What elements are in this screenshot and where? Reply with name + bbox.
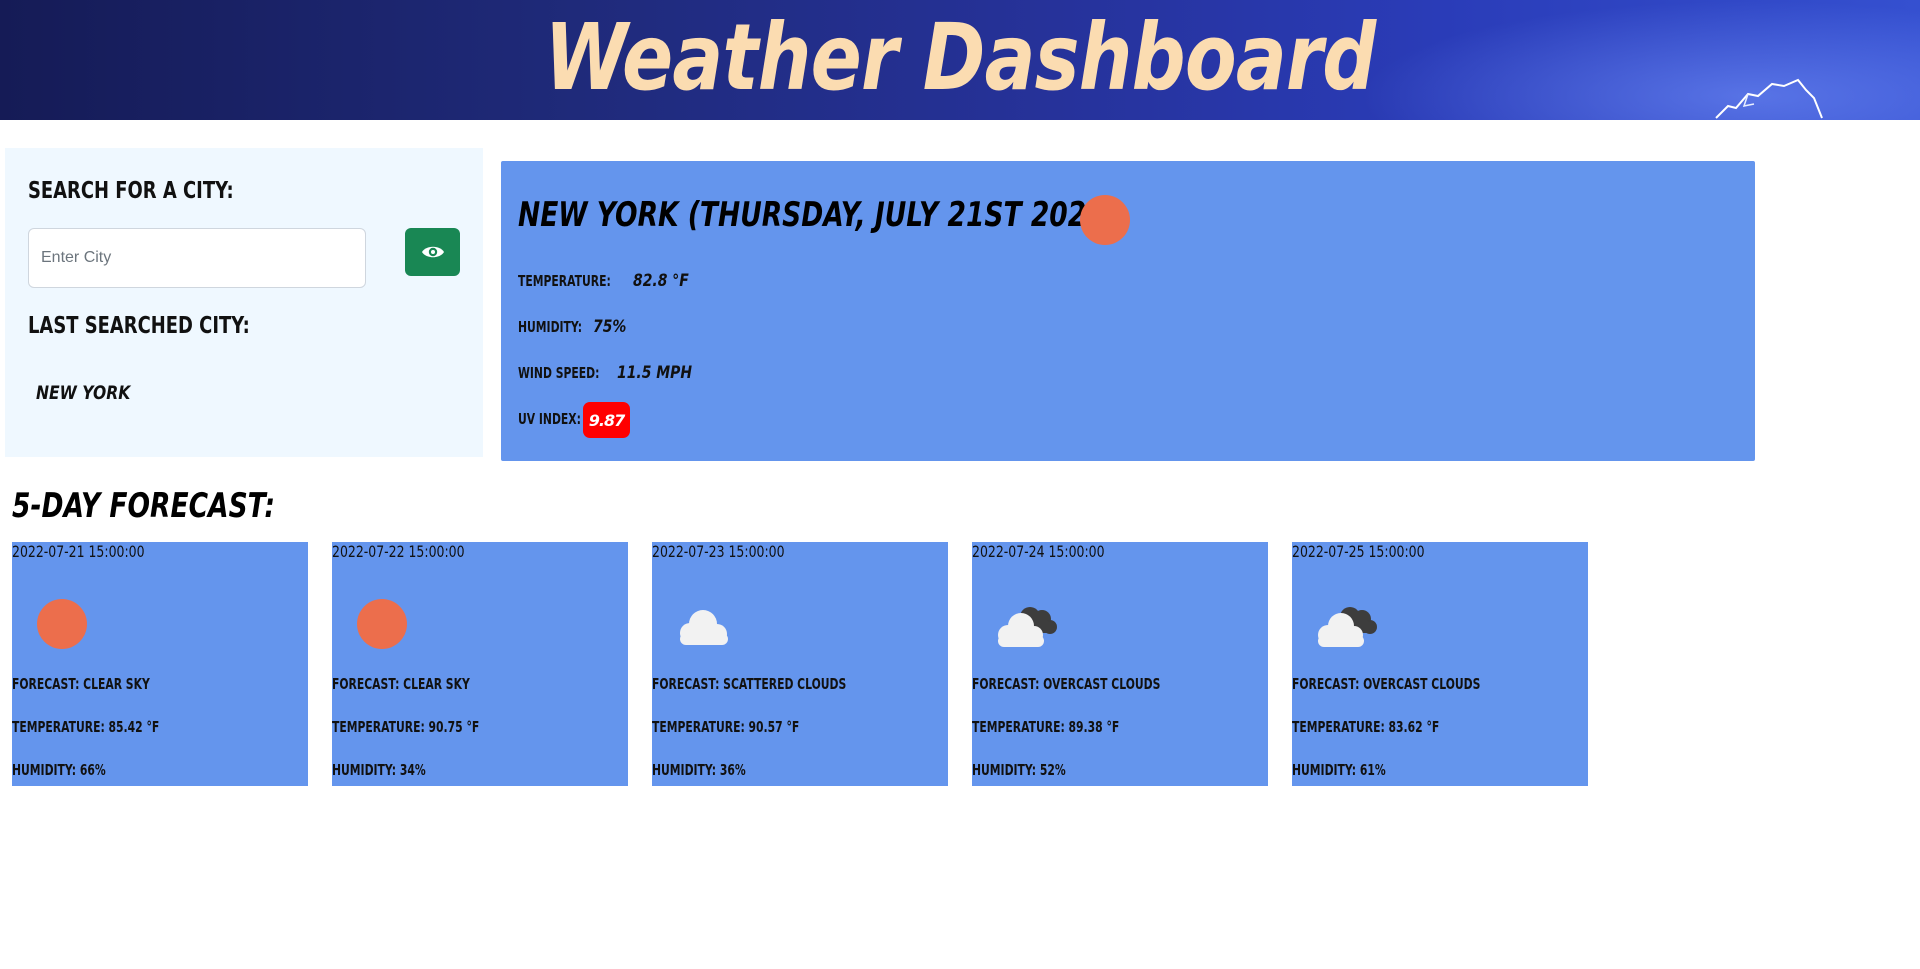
forecast-cards: 2022-07-21 15:00:00 Forecast: Clear sky … [12, 542, 1612, 786]
humidity-label: Humidity: [518, 318, 583, 336]
forecast-date: 2022-07-22 15:00:00 [332, 542, 465, 561]
forecast-temperature: Temperature: 89.38 °F [972, 718, 1120, 736]
forecast-description: Forecast: scattered clouds [652, 675, 847, 693]
forecast-temperature: Temperature: 90.75 °F [332, 718, 480, 736]
forecast-humidity: Humidity: 66% [12, 761, 106, 779]
forecast-card: 2022-07-22 15:00:00 Forecast: Clear sky … [332, 542, 628, 786]
forecast-temperature: Temperature: 83.62 °F [1292, 718, 1440, 736]
uv-index-badge: 9.87 [583, 402, 630, 438]
humidity-value: 75% [593, 317, 627, 337]
temperature-label: Temperature: [518, 272, 611, 290]
forecast-temperature: Temperature: 90.57 °F [652, 718, 800, 736]
wind-speed-value: 11.5 MPH [617, 363, 693, 383]
wind-speed-label: Wind Speed: [518, 364, 600, 382]
search-panel: Search for a City: Last Searched City: N… [5, 148, 483, 457]
current-weather-card: New York (Thursday, July 21st 2022) Temp… [501, 161, 1755, 461]
current-temperature: Temperature: 82.8 °F [518, 271, 701, 291]
forecast-card: 2022-07-23 15:00:00 Forecast: scattered … [652, 542, 948, 786]
forecast-date: 2022-07-21 15:00:00 [12, 542, 145, 561]
temperature-value: 82.8 °F [633, 271, 689, 291]
forecast-card: 2022-07-21 15:00:00 Forecast: Clear sky … [12, 542, 308, 786]
forecast-description: Forecast: overcast clouds [1292, 675, 1481, 693]
search-button[interactable] [405, 228, 460, 276]
last-searched-title: Last Searched City: [28, 313, 250, 339]
current-uv-index: UV Index: [518, 410, 587, 428]
current-wind-speed: Wind Speed: 11.5 MPH [518, 363, 709, 383]
scattered-clouds-icon [680, 610, 728, 645]
forecast-card: 2022-07-24 15:00:00 Forecast: overcast c… [972, 542, 1268, 786]
uv-index-label: UV Index: [518, 410, 581, 428]
last-searched-city-button[interactable]: New York [36, 382, 130, 404]
forecast-card: 2022-07-25 15:00:00 Forecast: overcast c… [1292, 542, 1588, 786]
current-humidity: Humidity: 75% [518, 317, 634, 337]
page-title: Weather Dashboard [544, 4, 1376, 111]
overcast-clouds-icon [1318, 607, 1377, 647]
overcast-clouds-icon [998, 607, 1057, 647]
forecast-temperature: Temperature: 85.42 °F [12, 718, 160, 736]
search-title: Search for a City: [28, 178, 234, 204]
forecast-date: 2022-07-25 15:00:00 [1292, 542, 1425, 561]
clear-sky-icon [37, 599, 87, 649]
header-banner: Weather Dashboard [0, 0, 1920, 120]
forecast-date: 2022-07-24 15:00:00 [972, 542, 1105, 561]
city-search-input[interactable] [28, 228, 366, 288]
forecast-humidity: Humidity: 52% [972, 761, 1066, 779]
forecast-description: Forecast: Clear sky [12, 675, 150, 693]
forecast-title: 5-Day Forecast: [12, 486, 275, 526]
forecast-description: Forecast: Clear sky [332, 675, 470, 693]
current-city-title: New York (Thursday, July 21st 2022) [518, 195, 1117, 235]
eye-icon [421, 246, 444, 258]
forecast-humidity: Humidity: 61% [1292, 761, 1386, 779]
forecast-description: Forecast: overcast clouds [972, 675, 1161, 693]
forecast-humidity: Humidity: 34% [332, 761, 426, 779]
forecast-date: 2022-07-23 15:00:00 [652, 542, 785, 561]
clear-sky-icon [1080, 195, 1130, 245]
clear-sky-icon [357, 599, 407, 649]
forecast-humidity: Humidity: 36% [652, 761, 746, 779]
